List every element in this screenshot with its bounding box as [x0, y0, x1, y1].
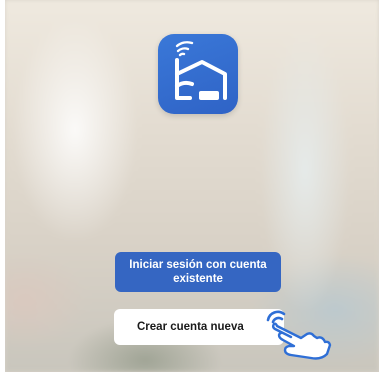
screen: Iniciar sesión con cuenta existente Crea… [5, 0, 379, 372]
create-account-button[interactable]: Crear cuenta nueva [114, 309, 284, 345]
login-existing-account-button[interactable]: Iniciar sesión con cuenta existente [115, 252, 281, 292]
app-logo-icon [158, 34, 238, 114]
tap-hand-icon [266, 310, 332, 360]
